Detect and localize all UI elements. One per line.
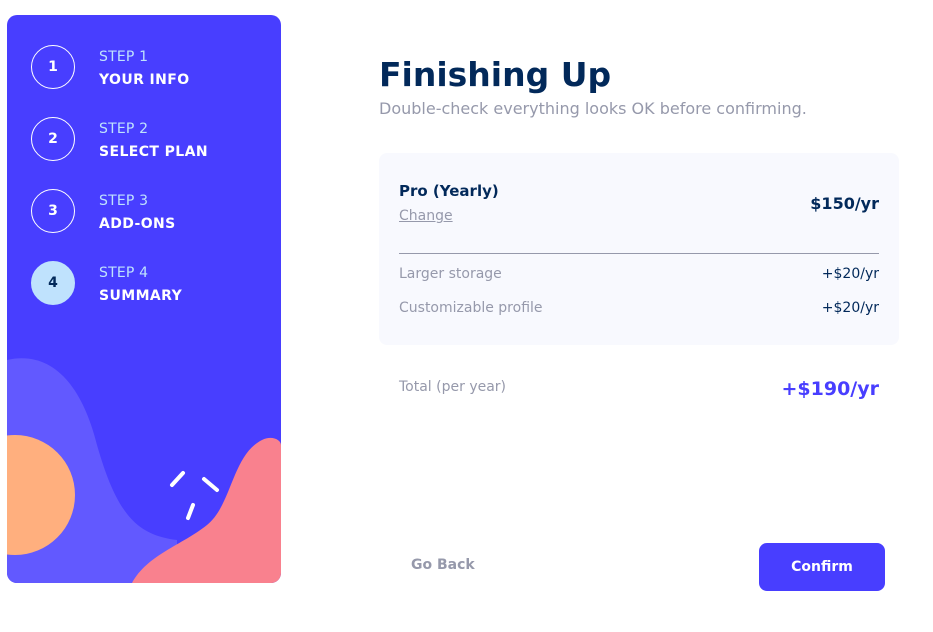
step-label: STEP 1	[99, 49, 149, 65]
addon-row: Customizable profile +$20/yr	[399, 300, 879, 320]
addon-price: +$20/yr	[821, 266, 879, 282]
page-title: Finishing Up	[379, 55, 612, 94]
addon-name: Customizable profile	[399, 300, 543, 316]
summary-divider	[399, 253, 879, 254]
step-label: STEP 4	[99, 265, 149, 281]
step-title: ADD-ONS	[99, 216, 176, 232]
step-title: SUMMARY	[99, 288, 183, 304]
go-back-button[interactable]: Go Back	[411, 557, 475, 573]
sparkle-icon	[170, 471, 219, 520]
step-title: SELECT PLAN	[99, 144, 208, 160]
confirm-button[interactable]: Confirm	[759, 543, 885, 591]
sidebar: 1 STEP 1 YOUR INFO 2 STEP 2 SELECT PLAN …	[7, 15, 281, 583]
step-title: YOUR INFO	[99, 72, 190, 88]
step-number: 1	[31, 45, 75, 89]
step-number: 2	[31, 117, 75, 161]
addon-name: Larger storage	[399, 266, 502, 282]
total-price: +$190/yr	[781, 378, 880, 400]
change-plan-link[interactable]: Change	[399, 208, 453, 224]
addon-row: Larger storage +$20/yr	[399, 266, 879, 286]
plan-name: Pro (Yearly)	[399, 182, 499, 200]
total-label: Total (per year)	[399, 379, 507, 395]
addon-price: +$20/yr	[821, 300, 879, 316]
page-subtitle: Double-check everything looks OK before …	[379, 99, 807, 118]
main-panel: Finishing Up Double-check everything loo…	[379, 0, 899, 632]
decoration-blob	[132, 437, 281, 583]
step-number-active: 4	[31, 261, 75, 305]
order-summary: Pro (Yearly) Change $150/yr Larger stora…	[379, 153, 899, 345]
step-number: 3	[31, 189, 75, 233]
plan-price: $150/yr	[810, 194, 879, 213]
step-label: STEP 3	[99, 193, 149, 209]
step-label: STEP 2	[99, 121, 149, 137]
